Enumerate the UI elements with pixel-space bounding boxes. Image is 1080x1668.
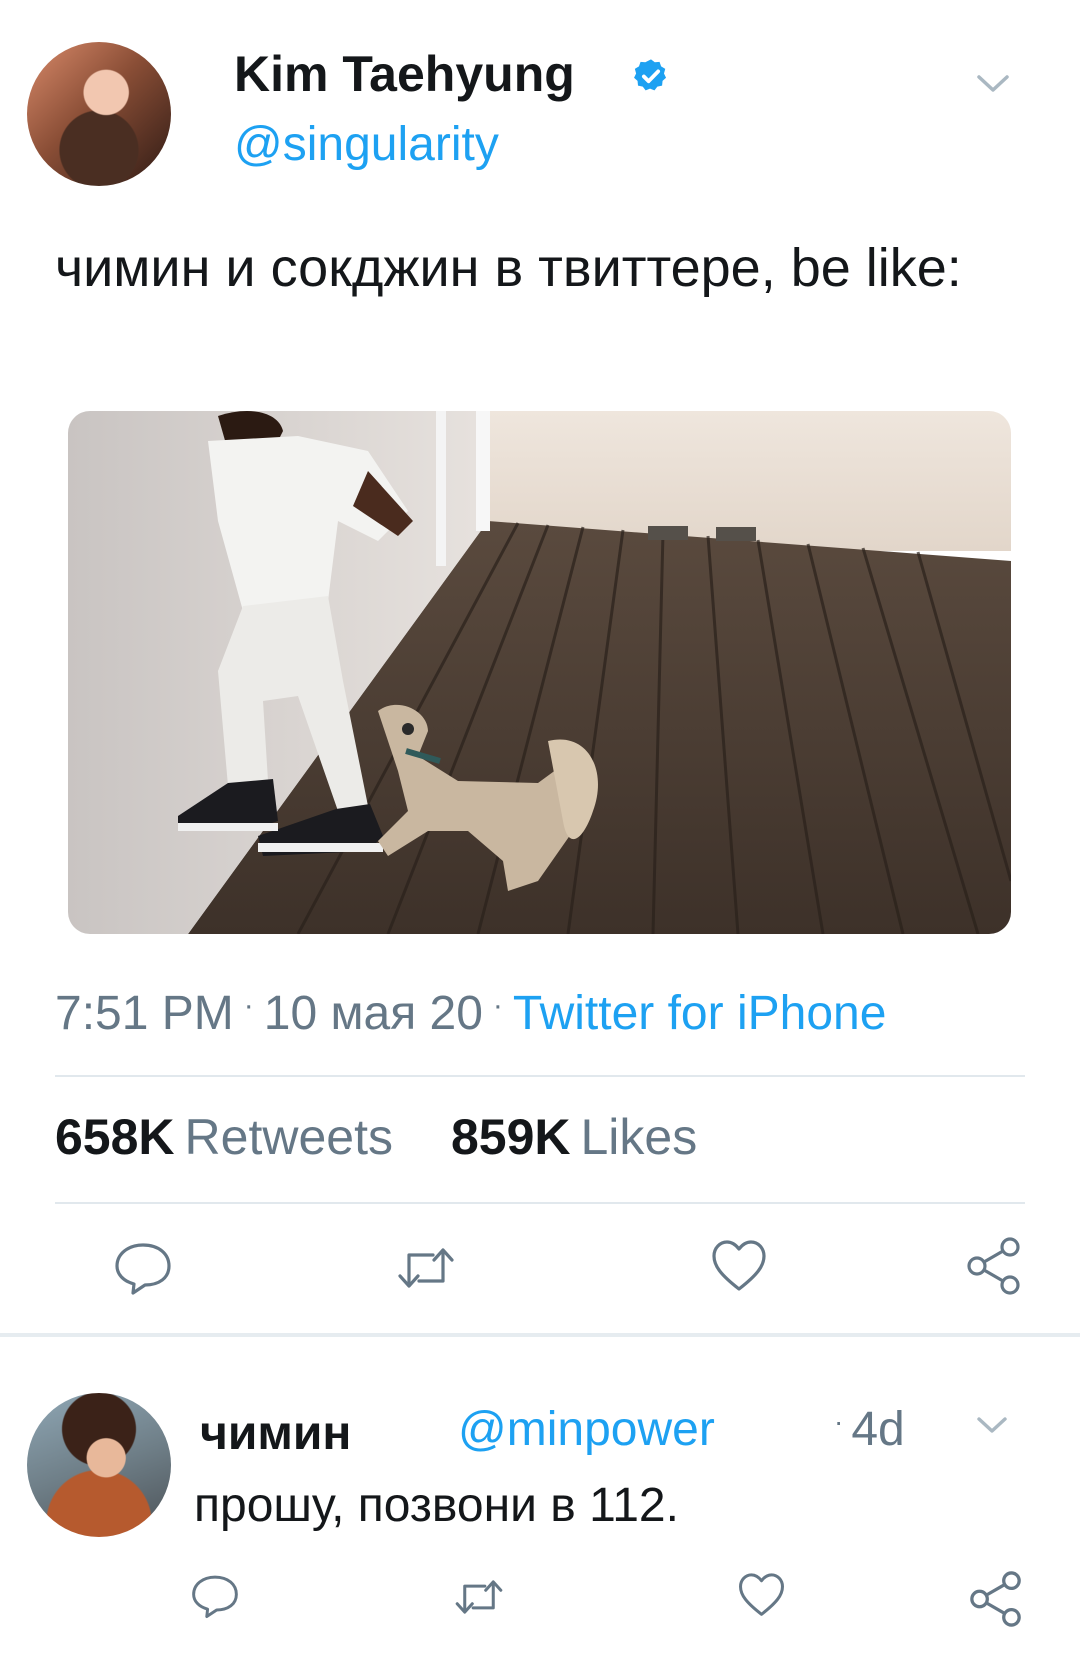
reply-age-value: 4d bbox=[851, 1403, 905, 1456]
divider bbox=[55, 1075, 1025, 1077]
reply-author-name[interactable]: чимин bbox=[200, 1404, 351, 1464]
author-handle[interactable]: @singularity bbox=[234, 116, 499, 174]
reply-age: · 4d bbox=[834, 1400, 905, 1466]
reply-icon[interactable] bbox=[190, 1573, 240, 1619]
likes-label: Likes bbox=[580, 1109, 698, 1165]
retweets-count: 658K bbox=[55, 1109, 175, 1165]
tweet-text: чимин и сокджин в твиттере, be like: bbox=[55, 238, 962, 298]
meta-separator: · bbox=[243, 989, 254, 1023]
tweet-time: 7:51 PM bbox=[55, 987, 234, 1040]
chevron-down-icon[interactable] bbox=[975, 1415, 1009, 1437]
tweet-source-link[interactable]: Twitter for iPhone bbox=[513, 987, 887, 1040]
tweet-media-image[interactable] bbox=[68, 411, 1011, 934]
heart-icon[interactable] bbox=[738, 1572, 785, 1618]
retweet-icon[interactable] bbox=[453, 1576, 505, 1618]
verified-badge-icon bbox=[634, 59, 667, 91]
share-icon[interactable] bbox=[965, 1236, 1023, 1296]
chevron-down-icon[interactable] bbox=[975, 72, 1011, 96]
heart-icon[interactable] bbox=[711, 1239, 767, 1293]
meta-separator: · bbox=[834, 1406, 844, 1437]
likes-count: 859K bbox=[450, 1109, 571, 1165]
share-icon[interactable] bbox=[968, 1570, 1024, 1628]
likes-stat[interactable]: 859K Likes bbox=[451, 1109, 697, 1165]
reply-icon[interactable] bbox=[113, 1240, 173, 1296]
reply-author-avatar[interactable] bbox=[27, 1393, 171, 1537]
divider bbox=[55, 1202, 1025, 1204]
section-separator bbox=[0, 1333, 1080, 1337]
tweet-meta: 7:51 PM · 10 мая 20 · Twitter for iPhone bbox=[55, 984, 886, 1046]
retweet-icon[interactable] bbox=[395, 1243, 457, 1293]
retweets-stat[interactable]: 658K Retweets bbox=[55, 1109, 393, 1165]
author-name[interactable]: Kim Taehyung bbox=[234, 44, 575, 104]
tweet-date: 10 мая 20 bbox=[263, 987, 483, 1040]
reply-author-handle[interactable]: @minpower bbox=[458, 1400, 715, 1460]
tweet-stats: 658K Retweets 859K Likes bbox=[55, 1106, 697, 1168]
meta-separator: · bbox=[492, 989, 503, 1023]
reply-text: прошу, позвони в 112. bbox=[194, 1479, 679, 1532]
author-avatar[interactable] bbox=[27, 42, 171, 186]
retweets-label: Retweets bbox=[184, 1109, 393, 1165]
